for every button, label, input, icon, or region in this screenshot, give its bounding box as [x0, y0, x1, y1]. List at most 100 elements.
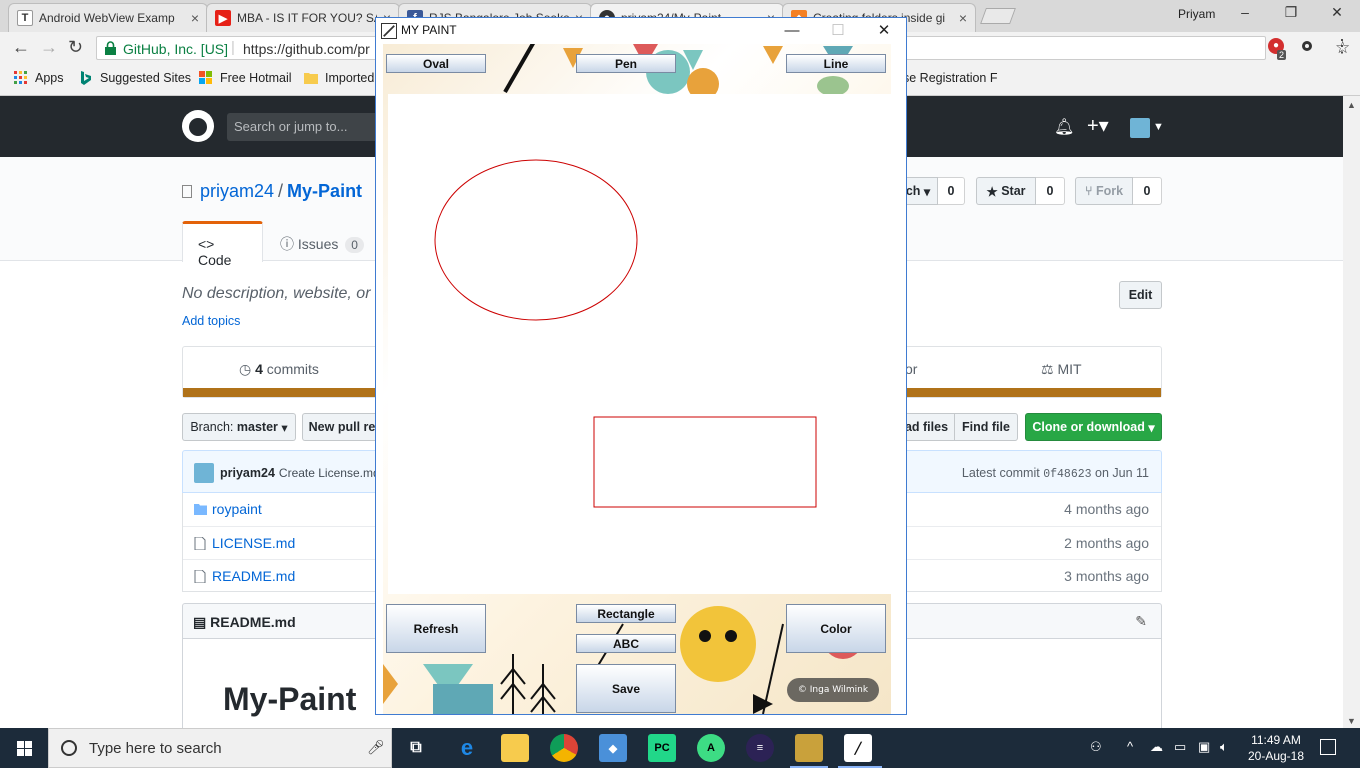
people-icon[interactable]: ⚇ — [1090, 739, 1102, 755]
pencil-icon[interactable]: ✎ — [1135, 613, 1147, 630]
bookmark-apps[interactable]: Apps — [14, 71, 64, 85]
repo-icon — [182, 185, 192, 198]
avatar[interactable] — [1130, 118, 1150, 138]
browser-menu-icon[interactable]: ⋮ — [1333, 36, 1351, 57]
rectangle-tool-button[interactable]: Rectangle — [576, 604, 676, 623]
tab-title: Android WebView Examp — [39, 11, 175, 25]
pycharm-icon[interactable]: PC — [648, 734, 676, 762]
commits-label: commits — [266, 361, 319, 377]
save-button[interactable]: Save — [576, 664, 676, 713]
folder-icon — [304, 73, 318, 84]
fork-button[interactable]: ⑂ Fork — [1075, 177, 1133, 205]
notification-bell-icon[interactable]: 🔔︎ — [1054, 117, 1074, 137]
commits-link[interactable]: ◷ 4 commits — [239, 361, 319, 378]
task-view-icon[interactable]: ⧉ — [402, 734, 430, 762]
star-button[interactable]: ★ Star — [976, 177, 1036, 205]
youtube-icon: ▶ — [215, 10, 231, 26]
browser-tab[interactable]: ▶ MBA - IS IT FOR YOU? SA × — [206, 3, 400, 32]
line-tool-button[interactable]: Line — [786, 54, 886, 73]
drawing-canvas[interactable] — [388, 94, 892, 594]
github-logo-icon[interactable] — [182, 110, 214, 142]
new-tab-button[interactable] — [980, 8, 1016, 24]
fork-count[interactable]: 0 — [1133, 177, 1162, 205]
system-clock[interactable]: 11:49 AM 20-Aug-18 — [1238, 732, 1314, 764]
repo-owner-link[interactable]: priyam24 — [200, 181, 274, 201]
archive-icon[interactable] — [795, 734, 823, 762]
github-search-input[interactable]: Search or jump to... — [227, 113, 387, 141]
bookmark-imported[interactable]: Imported — [304, 71, 374, 85]
close-icon[interactable]: ✕ — [861, 20, 907, 42]
clock-date: 20-Aug-18 — [1247, 749, 1305, 763]
file-explorer-icon[interactable] — [501, 734, 529, 762]
chevron-down-icon[interactable]: ▼ — [1153, 121, 1164, 133]
color-button[interactable]: Color — [786, 604, 886, 653]
chrome-icon[interactable] — [550, 734, 578, 762]
issue-icon: ⓘ — [280, 236, 294, 252]
create-new-plus-icon[interactable]: +▾ — [1087, 113, 1109, 138]
scroll-up-icon[interactable]: ▲ — [1347, 100, 1356, 110]
pen-tool-button[interactable]: Pen — [576, 54, 676, 73]
volume-icon[interactable]: 🔈︎ — [1220, 739, 1228, 755]
find-file-button[interactable]: Find file — [954, 413, 1018, 441]
close-icon[interactable]: ✕ — [1322, 4, 1352, 21]
chevron-up-icon[interactable]: ^ — [1127, 739, 1133, 754]
onedrive-icon[interactable]: ☁ — [1150, 739, 1163, 755]
maximize-icon[interactable]: ☐ — [815, 20, 861, 42]
virtualbox-icon[interactable]: ◆ — [599, 734, 627, 762]
bookmark-registration[interactable]: se Registration F — [903, 71, 997, 85]
edge-icon[interactable]: e — [453, 734, 481, 762]
bookmark-free-hotmail[interactable]: Free Hotmail — [199, 71, 292, 85]
edit-button[interactable]: Edit — [1119, 281, 1162, 309]
file-name[interactable]: README.md — [212, 568, 295, 584]
forward-arrow-icon[interactable]: → — [40, 37, 58, 58]
avatar[interactable] — [194, 463, 214, 483]
battery-icon[interactable]: ▭ — [1174, 739, 1186, 755]
new-pull-request-button[interactable]: New pull re — [302, 413, 382, 441]
bookmark-label: Imported — [325, 71, 375, 85]
commit-message[interactable]: Create License.md — [279, 466, 380, 480]
android-studio-icon[interactable]: A — [697, 734, 725, 762]
file-name[interactable]: roypaint — [212, 501, 262, 517]
clock-time: 11:49 AM — [1251, 733, 1301, 747]
watch-count[interactable]: 0 — [938, 177, 965, 205]
windows-start-icon[interactable] — [17, 741, 32, 756]
back-arrow-icon[interactable]: ← — [12, 37, 30, 58]
browser-profile-name[interactable]: Priyam — [1178, 7, 1215, 21]
oval-tool-button[interactable]: Oval — [386, 54, 486, 73]
license-link[interactable]: ⚖ MIT — [1041, 361, 1082, 378]
action-center-icon[interactable] — [1320, 739, 1336, 755]
paint-title-bar[interactable]: MY PAINT — ☐ ✕ — [376, 18, 906, 44]
browser-tab[interactable]: T Android WebView Examp × — [8, 3, 208, 32]
close-tab-icon[interactable]: × — [191, 10, 199, 26]
tab-code[interactable]: <> Code — [182, 221, 263, 268]
tab-title: MBA - IS IT FOR YOU? SA — [237, 11, 377, 25]
url-text[interactable]: https://github.com/pr — [243, 41, 370, 57]
microphone-icon[interactable]: 🎤︎ — [367, 739, 385, 756]
book-icon: ▤ — [193, 614, 207, 630]
commit-author[interactable]: priyam24 — [220, 466, 275, 480]
commit-sha[interactable]: 0f48623 — [1043, 468, 1091, 481]
tab-issues[interactable]: ⓘ Issues 0 — [280, 234, 364, 254]
network-icon[interactable]: ▣ — [1198, 739, 1210, 755]
bookmark-suggested-sites[interactable]: Suggested Sites — [79, 71, 191, 85]
scroll-down-icon[interactable]: ▼ — [1347, 716, 1356, 726]
restore-icon[interactable]: ❐ — [1276, 4, 1306, 21]
branch-select[interactable]: Branch: master ▾ — [182, 413, 296, 441]
page-scrollbar[interactable]: ▲ ▼ — [1343, 96, 1360, 728]
star-count[interactable]: 0 — [1036, 177, 1065, 205]
close-tab-icon[interactable]: × — [959, 10, 967, 26]
minimize-icon[interactable]: — — [769, 20, 815, 42]
reload-icon[interactable]: ↻ — [68, 37, 83, 58]
eclipse-icon[interactable]: ≡ — [746, 734, 774, 762]
paint-app-icon[interactable]: ╱ — [844, 734, 872, 762]
taskbar-search-input[interactable]: Type here to search 🎤︎ — [48, 728, 392, 768]
add-topics-link[interactable]: Add topics — [182, 314, 240, 328]
minimize-icon[interactable]: – — [1230, 4, 1260, 20]
commit-date: on Jun 11 — [1095, 466, 1149, 480]
refresh-button[interactable]: Refresh — [386, 604, 486, 653]
extension-ring-icon[interactable] — [1302, 41, 1312, 51]
text-tool-button[interactable]: ABC — [576, 634, 676, 653]
file-name[interactable]: LICENSE.md — [212, 535, 295, 551]
clone-download-button[interactable]: Clone or download ▾ — [1025, 413, 1162, 441]
repo-name-link[interactable]: My-Paint — [287, 181, 362, 201]
